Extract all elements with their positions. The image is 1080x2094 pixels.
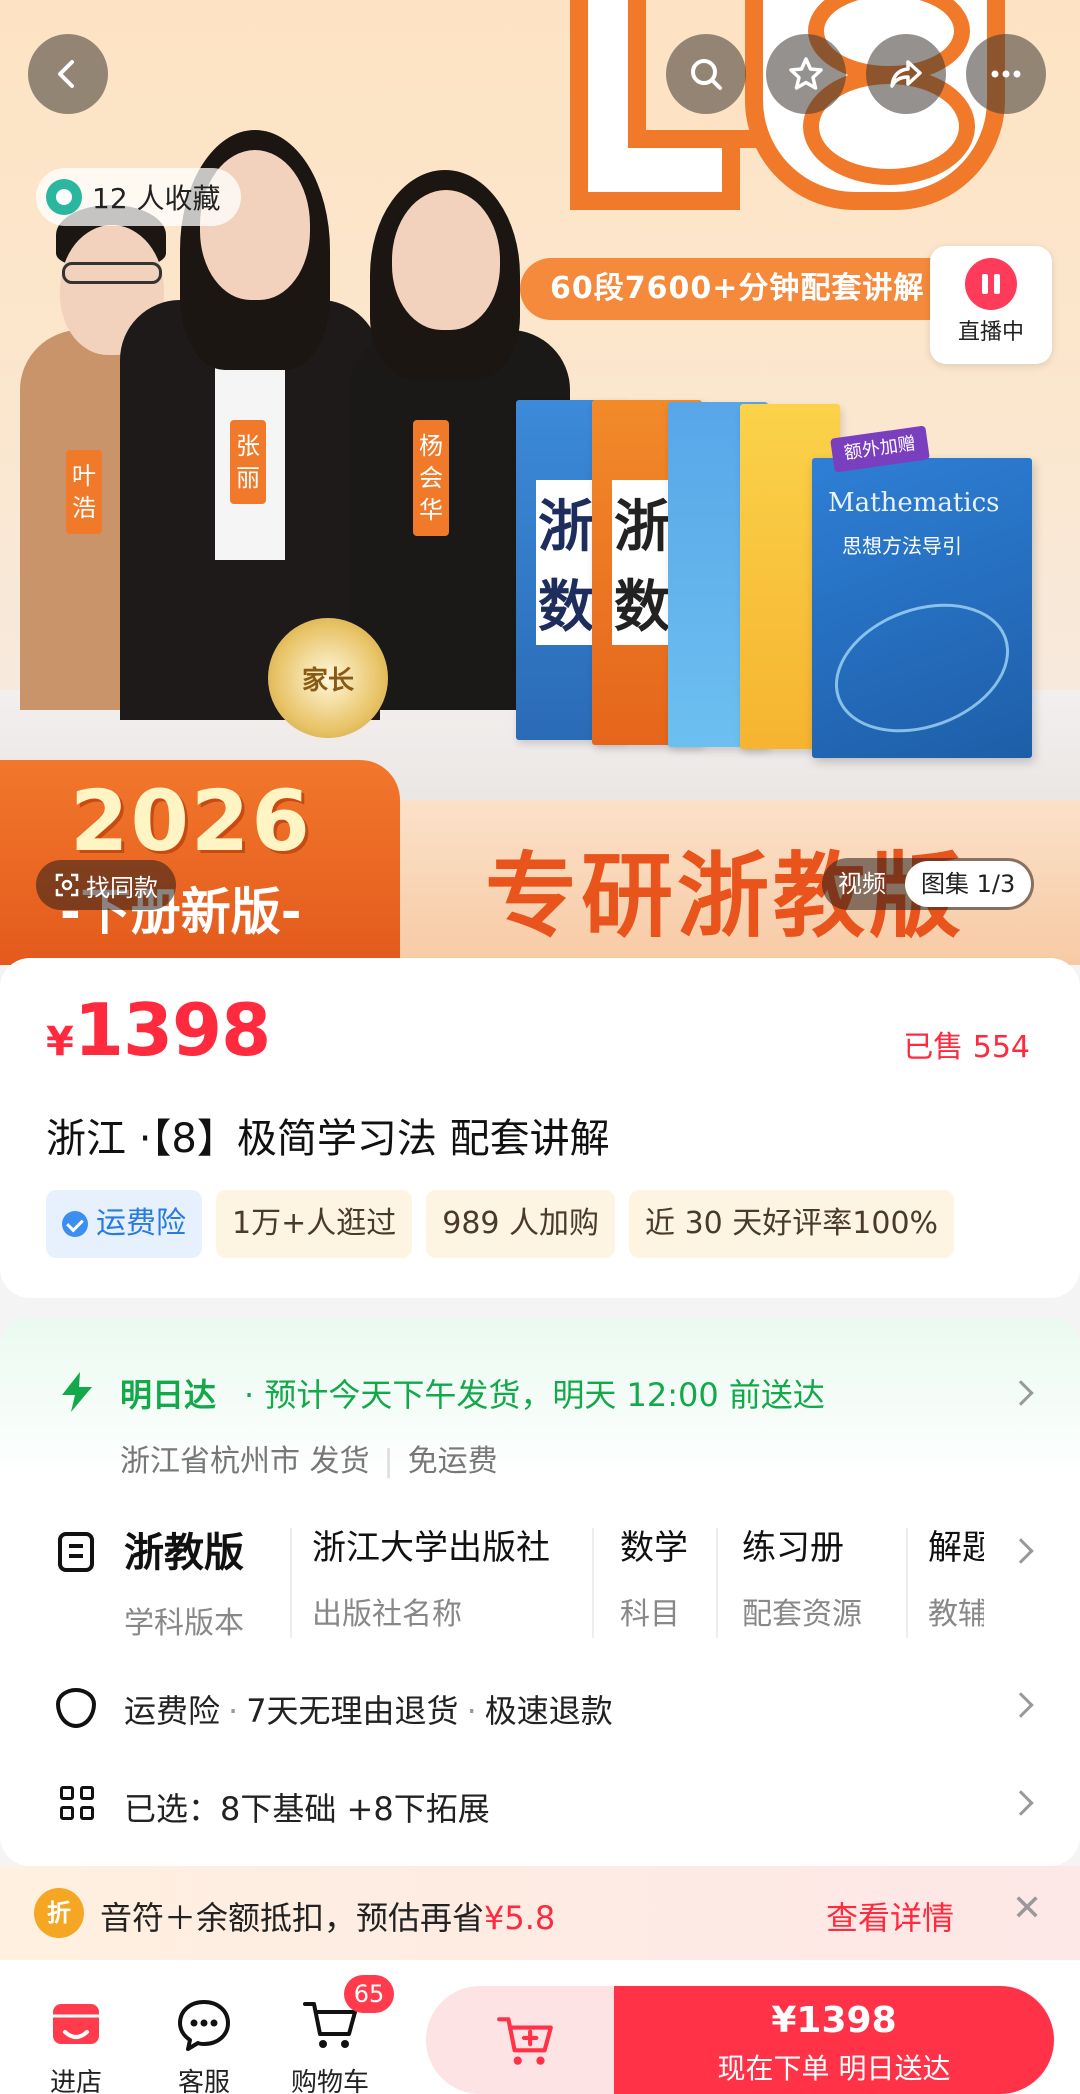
- search-button[interactable]: [666, 34, 746, 114]
- sold-count: 已售 554: [903, 1030, 1030, 1065]
- buy-label: 现在下单 明日送达: [717, 2052, 951, 2085]
- teacher-name-zhang: 张丽: [230, 420, 266, 504]
- live-label: 直播中: [957, 320, 1024, 345]
- store-button[interactable]: 进店: [26, 1996, 126, 2094]
- spec-resources: 练习册 配套资源: [742, 1528, 862, 1632]
- store-icon: [47, 1996, 105, 2054]
- grid-icon: [60, 1786, 96, 1822]
- star-icon: [789, 57, 823, 90]
- find-similar-button[interactable]: 找同款: [36, 860, 176, 910]
- scan-icon: [55, 873, 79, 897]
- teacher-name-ye: 叶浩: [66, 450, 102, 534]
- service-item: 极速退款: [484, 1692, 613, 1730]
- chat-icon: [175, 1996, 233, 2054]
- discount-icon: 折: [34, 1888, 84, 1938]
- shipping-title: 明日达: [120, 1376, 217, 1414]
- service-row[interactable]: 运费险 · 7天无理由退货 · 极速退款: [124, 1686, 613, 1732]
- spec-divider: [716, 1528, 718, 1638]
- selected-label: 已选：: [124, 1790, 221, 1828]
- find-similar-label: 找同款: [86, 873, 158, 902]
- product-title: 浙江 ·【8】极简学习法 配套讲解: [46, 1116, 610, 1162]
- favorites-count: 12 人收藏: [92, 182, 221, 215]
- tag-add-to-cart-count: 989 人加购: [426, 1190, 616, 1258]
- product-gallery[interactable]: 60段7600+分钟配套讲解 叶浩 张丽 杨会华 家长 浙 数 浙 数 Math…: [0, 0, 1080, 965]
- price-value: 1398: [73, 988, 271, 1072]
- live-icon: [965, 258, 1017, 310]
- coupon-details-link[interactable]: 查看详情: [826, 1893, 954, 1939]
- share-button[interactable]: [866, 34, 946, 114]
- customer-service-button[interactable]: 客服: [154, 1996, 254, 2094]
- spec-extra: 解题 教辅: [928, 1528, 984, 1632]
- chevron-left-icon: [58, 60, 74, 88]
- spec-divider: [290, 1528, 292, 1638]
- tab-video[interactable]: 视频: [822, 858, 902, 910]
- search-icon: [691, 59, 722, 90]
- favorites-count-pill: 12 人收藏: [36, 168, 241, 226]
- share-icon: [890, 60, 922, 88]
- selected-variant-row[interactable]: 已选：8下基础 +8下拓展: [124, 1784, 490, 1830]
- cart-count-badge: 65: [344, 1975, 394, 2013]
- add-to-cart-button[interactable]: [426, 1986, 626, 2094]
- live-stream-button[interactable]: 直播中: [930, 246, 1052, 364]
- coupon-text: 音符＋余额抵扣，预估再省¥5.8: [100, 1899, 556, 1937]
- spec-edition: 浙教版 学科版本: [124, 1530, 244, 1641]
- price-currency: ¥: [46, 1019, 74, 1065]
- add-cart-icon: [497, 2017, 553, 2065]
- coupon-amount: ¥5.8: [484, 1899, 556, 1937]
- tag-views: 1万+人逛过: [216, 1190, 413, 1258]
- media-switcher: 视频 图集 1/3: [822, 858, 1035, 910]
- service-item: 7天无理由退货: [246, 1692, 459, 1730]
- shipping-origin: 浙江省杭州市 发货 | 免运费: [120, 1444, 498, 1479]
- buy-now-button[interactable]: ¥1398 现在下单 明日送达: [614, 1986, 1054, 2094]
- teacher-name-yang: 杨会华: [413, 420, 449, 536]
- selected-value: 8下基础 +8下拓展: [220, 1790, 490, 1828]
- free-shipping: 免运费: [407, 1444, 498, 1479]
- price: ¥1398: [46, 988, 271, 1072]
- parent-medal: 家长: [268, 618, 388, 738]
- product-tags: 运费险 1万+人逛过 989 人加购 近 30 天好评率100%: [46, 1190, 955, 1258]
- tag-good-rating: 近 30 天好评率100%: [629, 1190, 955, 1258]
- lightning-icon: [62, 1372, 92, 1412]
- check-shield-icon: [62, 1211, 88, 1237]
- spec-divider: [906, 1528, 908, 1638]
- spec-subject: 数学 科目: [620, 1528, 688, 1632]
- more-button[interactable]: [966, 34, 1046, 114]
- tag-shipping-insurance[interactable]: 运费险: [46, 1190, 202, 1258]
- back-button[interactable]: [28, 34, 108, 114]
- book-math-guide: Mathematics 思想方法导引: [812, 458, 1032, 758]
- close-icon[interactable]: ✕: [1012, 1888, 1042, 1929]
- spec-publisher: 浙江大学出版社 出版社名称: [312, 1528, 550, 1632]
- shipping-desc: · 预计今天下午发货，明天 12:00 前送达: [244, 1376, 825, 1414]
- favorite-button[interactable]: [766, 34, 846, 114]
- spec-divider: [592, 1528, 594, 1638]
- buy-price: ¥1398: [771, 2000, 897, 2041]
- eye-icon: [46, 179, 82, 215]
- book-spec-icon: [58, 1532, 94, 1572]
- banner-year: 2026: [70, 772, 312, 870]
- tab-gallery[interactable]: 图集 1/3: [905, 861, 1032, 907]
- service-item: 运费险: [124, 1692, 221, 1730]
- more-icon: [991, 70, 1021, 78]
